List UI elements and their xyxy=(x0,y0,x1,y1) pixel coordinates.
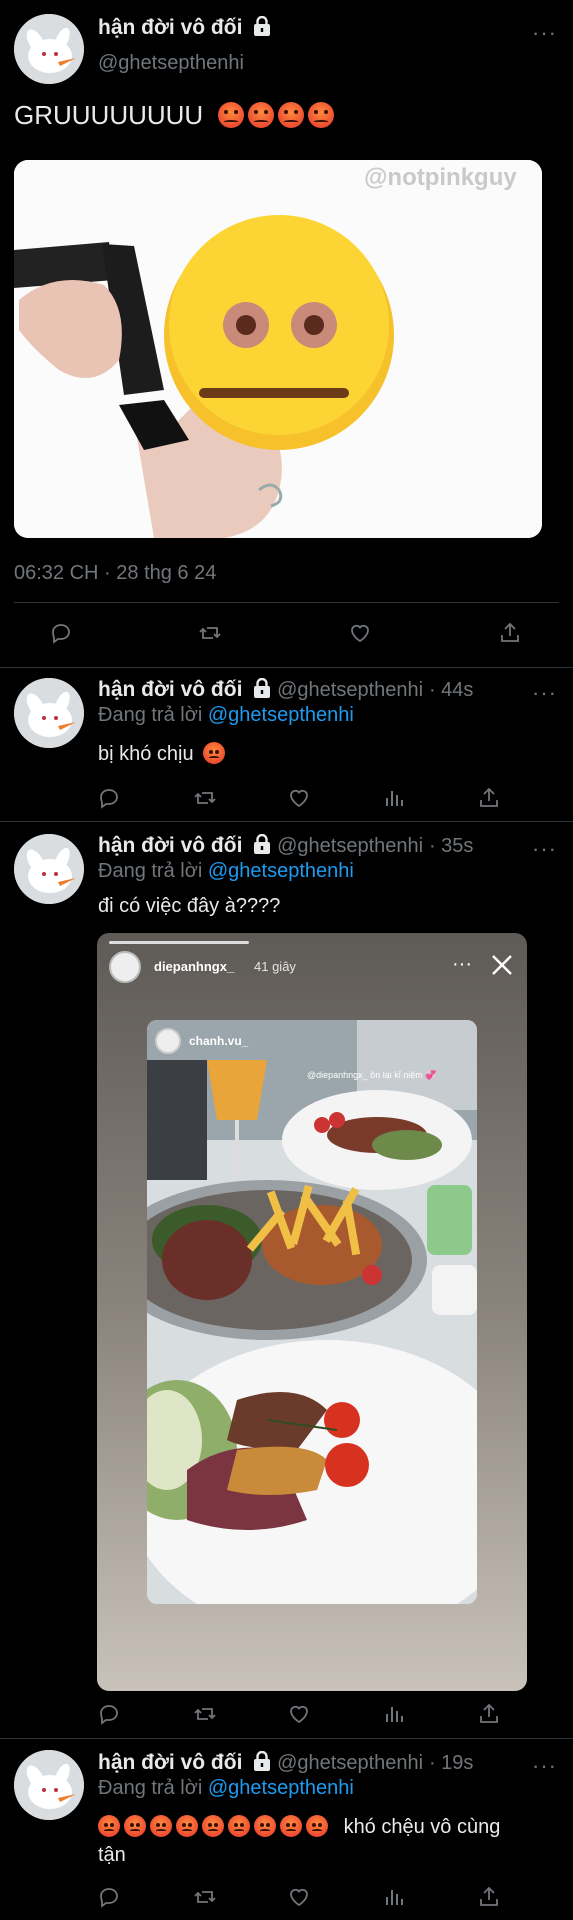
reply-media[interactable]: diepanhngx_ 41 giây ··· chanh.vu_ @diepa… xyxy=(97,933,527,1691)
replying-to: Đang trả lời @ghetsepthenhi xyxy=(98,704,354,727)
reply-text: khó chệu vô cùng xyxy=(98,1815,500,1839)
story-age: 41 giây xyxy=(254,959,296,974)
avatar[interactable] xyxy=(14,834,84,904)
reply-text-content: bị khó chịu xyxy=(98,743,194,765)
display-name[interactable]: hận đời vô đối @ghetsepthenhi · 35s xyxy=(98,834,473,858)
share-icon[interactable] xyxy=(475,1883,503,1911)
more-icon[interactable]: ··· xyxy=(532,1753,557,1779)
retweet-icon[interactable] xyxy=(191,784,219,812)
story-more-icon[interactable]: ··· xyxy=(452,953,472,976)
replying-to: Đang trả lời @ghetsepthenhi xyxy=(98,1777,354,1800)
replying-label: Đang trả lời xyxy=(98,860,203,882)
angry-face-icon xyxy=(218,102,245,128)
user-handle[interactable]: @ghetsepthenhi xyxy=(277,679,423,701)
like-icon[interactable] xyxy=(285,1883,313,1911)
avatar[interactable] xyxy=(14,14,84,84)
like-icon[interactable] xyxy=(285,1700,313,1728)
divider xyxy=(0,1738,573,1739)
replying-to: Đang trả lời @ghetsepthenhi xyxy=(98,860,354,883)
reply-icon[interactable] xyxy=(95,1883,123,1911)
inner-story-username: chanh.vu_ xyxy=(189,1034,249,1048)
angry-face-icon xyxy=(248,102,275,128)
divider xyxy=(14,602,559,603)
display-name[interactable]: hận đời vô đối @ghetsepthenhi · 44s xyxy=(98,678,473,702)
retweet-icon[interactable] xyxy=(191,1883,219,1911)
angry-face-icon xyxy=(176,1815,198,1837)
angry-face-icon xyxy=(306,1815,328,1837)
more-icon[interactable]: ··· xyxy=(532,20,557,46)
replying-label: Đang trả lời xyxy=(98,704,203,726)
reply-text: bị khó chịu xyxy=(98,742,229,766)
share-icon[interactable] xyxy=(475,1700,503,1728)
display-name[interactable]: hận đời vô đối @ghetsepthenhi · 19s xyxy=(98,1751,473,1775)
display-name-text: hận đời vô đối xyxy=(98,678,243,701)
reply-time[interactable]: · 44s xyxy=(429,679,473,701)
angry-face-icon xyxy=(124,1815,146,1837)
reply-time[interactable]: · 35s xyxy=(429,835,473,857)
angry-emoji-group xyxy=(98,1815,338,1838)
lock-icon xyxy=(254,834,271,854)
lock-icon xyxy=(254,16,271,36)
reply-icon[interactable] xyxy=(95,1700,123,1728)
gun-emoji-meme-image xyxy=(14,160,542,538)
story-progress-bar xyxy=(109,941,249,944)
tweet-media[interactable]: @notpinkguy xyxy=(14,160,542,538)
display-name-text: hận đời vô đối xyxy=(98,1751,243,1774)
reply-text: đi có việc đây à???? xyxy=(98,895,281,917)
like-icon[interactable] xyxy=(346,619,374,647)
close-icon[interactable] xyxy=(490,953,514,982)
media-watermark: @notpinkguy xyxy=(364,164,517,191)
tweet-text-content: GRUUUUUUUU xyxy=(14,100,204,130)
retweet-icon[interactable] xyxy=(196,619,224,647)
reply-text-line1: khó chệu vô cùng xyxy=(343,1816,501,1838)
user-handle[interactable]: @ghetsepthenhi xyxy=(98,52,244,75)
like-icon[interactable] xyxy=(285,784,313,812)
story-username[interactable]: diepanhngx_ xyxy=(154,959,234,974)
lock-icon xyxy=(254,678,271,698)
avatar[interactable] xyxy=(14,678,84,748)
inner-story-avatar xyxy=(155,1028,181,1054)
divider xyxy=(0,667,573,668)
mention-link[interactable]: @ghetsepthenhi xyxy=(208,704,354,726)
mention-link[interactable]: @ghetsepthenhi xyxy=(208,860,354,882)
story-avatar[interactable] xyxy=(109,951,141,983)
divider xyxy=(0,821,573,822)
angry-face-icon xyxy=(202,1815,224,1837)
views-icon[interactable] xyxy=(380,1883,408,1911)
views-icon[interactable] xyxy=(380,1700,408,1728)
lock-icon xyxy=(254,1751,271,1771)
angry-face-icon xyxy=(308,102,335,128)
steak-dinner-image xyxy=(147,1020,477,1604)
angry-face-icon xyxy=(254,1815,276,1837)
retweet-icon[interactable] xyxy=(191,1700,219,1728)
inner-story-caption: @diepanhngx_ ôn lại kỉ niệm 💞 xyxy=(307,1070,437,1080)
display-name-text: hận đời vô đối xyxy=(98,834,243,857)
display-name-text: hận đời vô đối xyxy=(98,16,243,39)
tweet-timestamp[interactable]: 06:32 CH · 28 thg 6 24 xyxy=(14,562,216,585)
angry-face-icon xyxy=(278,102,305,128)
user-handle[interactable]: @ghetsepthenhi xyxy=(277,1752,423,1774)
angry-face-icon xyxy=(203,742,226,764)
replying-label: Đang trả lời xyxy=(98,1777,203,1799)
share-icon[interactable] xyxy=(496,619,524,647)
more-icon[interactable]: ··· xyxy=(532,680,557,706)
mention-link[interactable]: @ghetsepthenhi xyxy=(208,1777,354,1799)
tweet-text: GRUUUUUUUU xyxy=(14,100,338,131)
angry-face-icon xyxy=(228,1815,250,1837)
angry-face-icon xyxy=(150,1815,172,1837)
avatar[interactable] xyxy=(14,1750,84,1820)
reply-icon[interactable] xyxy=(47,619,75,647)
share-icon[interactable] xyxy=(475,784,503,812)
reply-text-line2: tận xyxy=(98,1844,126,1866)
reply-time[interactable]: · 19s xyxy=(429,1752,473,1774)
story-photo: chanh.vu_ @diepanhngx_ ôn lại kỉ niệm 💞 xyxy=(147,1020,477,1604)
reply-icon[interactable] xyxy=(95,784,123,812)
views-icon[interactable] xyxy=(380,784,408,812)
more-icon[interactable]: ··· xyxy=(532,836,557,862)
angry-face-icon xyxy=(280,1815,302,1837)
display-name[interactable]: hận đời vô đối xyxy=(98,16,271,40)
user-handle[interactable]: @ghetsepthenhi xyxy=(277,835,423,857)
angry-face-icon xyxy=(98,1815,120,1837)
angry-emoji-group xyxy=(218,100,338,130)
